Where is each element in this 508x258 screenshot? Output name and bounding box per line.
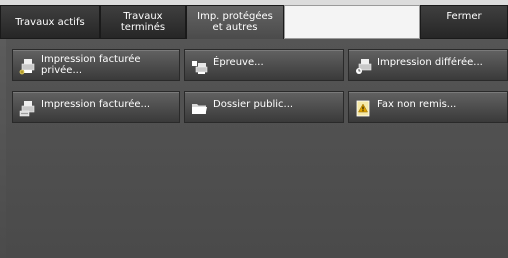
- charge-print-button[interactable]: Impression facturée...: [12, 91, 180, 123]
- panel-area: Impression facturée privée... Épreuve... …: [6, 39, 508, 258]
- button-label: Dossier public...: [213, 99, 294, 110]
- tab-completed-jobs[interactable]: Travaux terminés: [100, 5, 186, 39]
- fax-undelivered-icon: [356, 100, 370, 117]
- tab-secure-print[interactable]: Imp. protégées et autres: [186, 5, 284, 40]
- close-button[interactable]: Fermer: [420, 5, 508, 39]
- button-label: Épreuve...: [213, 57, 264, 68]
- proof-print-icon: [192, 61, 208, 74]
- tab-active-jobs[interactable]: Travaux actifs: [0, 5, 100, 39]
- secure-print-icon: [19, 59, 35, 75]
- button-label: Impression facturée privée...: [41, 54, 141, 76]
- tab-label: Travaux actifs: [15, 17, 85, 28]
- charge-print-icon: [19, 101, 35, 117]
- delayed-print-button[interactable]: Impression différée...: [348, 49, 508, 81]
- proof-print-button[interactable]: Épreuve...: [184, 49, 344, 81]
- tab-label: Travaux terminés: [120, 11, 166, 33]
- public-folder-icon: [192, 104, 207, 114]
- main-panel: Impression facturée privée... Épreuve... …: [0, 39, 508, 258]
- charge-private-print-button[interactable]: Impression facturée privée...: [12, 49, 180, 81]
- close-button-label: Fermer: [446, 11, 482, 22]
- tab-label: Imp. protégées et autres: [197, 11, 273, 33]
- button-label: Impression différée...: [377, 57, 483, 68]
- undelivered-fax-button[interactable]: Fax non remis...: [348, 91, 508, 123]
- button-label: Fax non remis...: [377, 99, 457, 110]
- button-label: Impression facturée...: [41, 99, 151, 110]
- delayed-print-icon: [356, 59, 372, 74]
- tab-bar-blank: [284, 5, 420, 39]
- public-folder-button[interactable]: Dossier public...: [184, 91, 344, 123]
- tab-bar: Travaux actifs Travaux terminés Imp. prot…: [0, 0, 508, 40]
